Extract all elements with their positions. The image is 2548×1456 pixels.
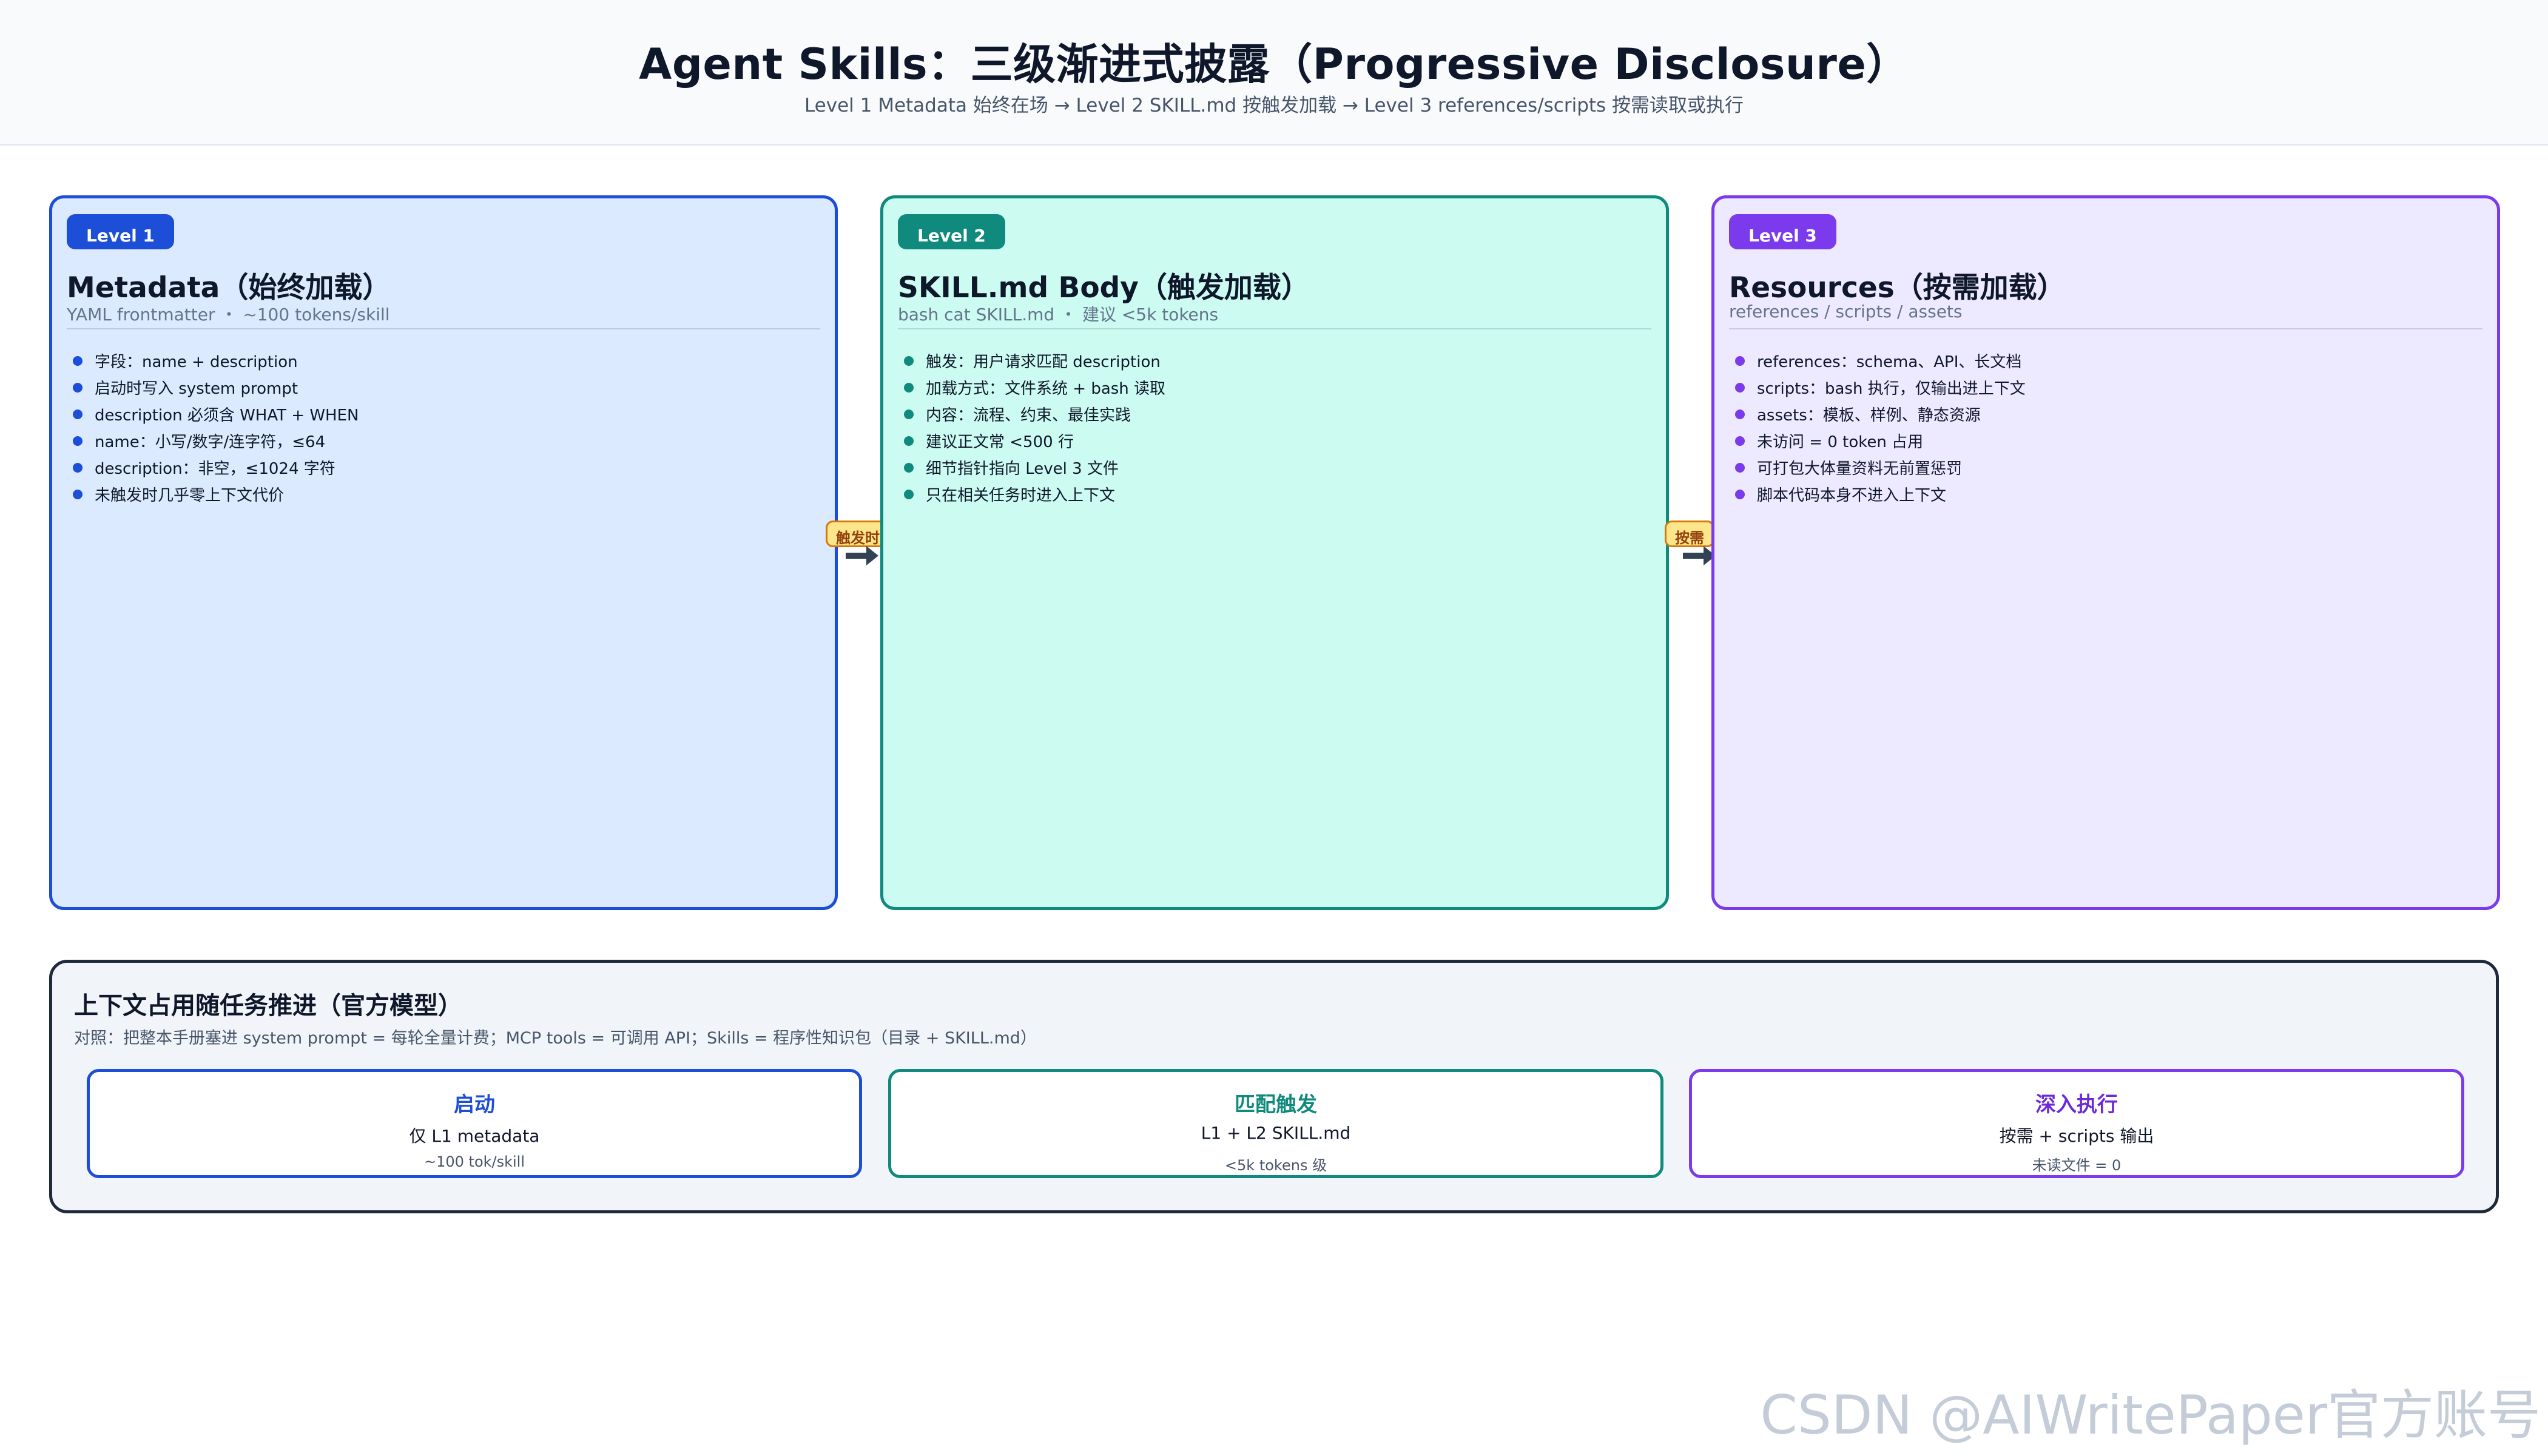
bullet-dot-icon	[73, 356, 83, 366]
bullet-item: assets：模板、样例、静态资源	[1733, 402, 2026, 429]
bullet-dot-icon	[73, 410, 83, 419]
bullet-text: 字段：name + description	[95, 353, 298, 371]
bullet-text: name：小写/数字/连字符，≤64	[95, 433, 326, 451]
bullet-item: 细节指针指向 Level 3 文件	[902, 456, 1165, 482]
level-1-bullet-list: 字段：name + description 启动时写入 system promp…	[70, 349, 359, 509]
stage-title: 启动	[454, 1093, 495, 1117]
page-title: Agent Skills：三级渐进式披露（Progressive Disclos…	[639, 39, 1909, 89]
bullet-text: 加载方式：文件系统 + bash 读取	[926, 380, 1166, 398]
bullet-text: references：schema、API、长文档	[1757, 353, 2022, 371]
bullet-item: description：非空，≤1024 字符	[70, 456, 359, 482]
bullet-dot-icon	[904, 356, 914, 366]
bullet-item: 未访问 = 0 token 占用	[1733, 429, 2026, 456]
stage-cost: 未读文件 = 0	[2032, 1157, 2122, 1174]
bullet-item: 可打包大体量资料无前置惩罚	[1733, 456, 2026, 482]
bullet-dot-icon	[904, 490, 914, 499]
bullet-text: 启动时写入 system prompt	[95, 380, 298, 398]
bullet-dot-icon	[1735, 490, 1745, 499]
stage-cost: <5k tokens 级	[1224, 1157, 1327, 1174]
level-3-title: Resources（按需加载）	[1729, 271, 2066, 305]
level-2-divider	[898, 328, 1651, 329]
bullet-text: 建议正文常 <500 行	[926, 433, 1074, 451]
bullet-dot-icon	[1735, 436, 1745, 446]
stage-deep-execution: 深入执行 按需 + scripts 输出 未读文件 = 0	[1689, 1069, 2464, 1178]
bullet-item: 建议正文常 <500 行	[902, 429, 1165, 456]
bullet-text: 触发：用户请求匹配 description	[926, 353, 1161, 371]
bullet-item: 触发：用户请求匹配 description	[902, 349, 1165, 376]
bullet-item: 未触发时几乎零上下文代价	[70, 482, 359, 509]
level-3-badge: Level 3	[1729, 214, 1836, 249]
bullet-text: 细节指针指向 Level 3 文件	[926, 460, 1119, 478]
arrow-right-icon	[846, 546, 878, 565]
stage-cost: ~100 tok/skill	[423, 1153, 525, 1170]
bullet-item: 字段：name + description	[70, 349, 359, 376]
bullet-text: 可打包大体量资料无前置惩罚	[1757, 460, 1963, 478]
bullet-item: name：小写/数字/连字符，≤64	[70, 429, 359, 456]
bullet-dot-icon	[73, 490, 83, 499]
bullet-dot-icon	[73, 383, 83, 393]
level-3-subtitle: references / scripts / assets	[1729, 302, 1963, 322]
stage-detail: 仅 L1 metadata	[409, 1126, 540, 1146]
bullet-dot-icon	[73, 463, 83, 473]
bullet-dot-icon	[73, 436, 83, 446]
level-2-subtitle: bash cat SKILL.md ・ 建议 <5k tokens	[898, 305, 1219, 325]
bullet-item: 加载方式：文件系统 + bash 读取	[902, 376, 1165, 402]
level-2-card: Level 2 SKILL.md Body（触发加载） bash cat SKI…	[880, 195, 1669, 910]
bullet-item: scripts：bash 执行，仅输出进上下文	[1733, 376, 2026, 402]
panel-title: 上下文占用随任务推进（官方模型）	[74, 992, 462, 1020]
watermark: CSDN @AIWritePaper官方账号	[1760, 1384, 2541, 1446]
bullet-text: description 必须含 WHAT + WHEN	[95, 406, 359, 425]
bullet-item: 启动时写入 system prompt	[70, 376, 359, 402]
stage-detail: L1 + L2 SKILL.md	[1201, 1123, 1351, 1143]
bullet-item: 脚本代码本身不进入上下文	[1733, 482, 2026, 509]
bullet-dot-icon	[904, 436, 914, 446]
bullet-item: 内容：流程、约束、最佳实践	[902, 402, 1165, 429]
bullet-dot-icon	[904, 463, 914, 473]
page-subtitle: Level 1 Metadata 始终在场 → Level 2 SKILL.md…	[804, 95, 1744, 116]
bullet-text: 脚本代码本身不进入上下文	[1757, 487, 1947, 505]
stage-match-trigger: 匹配触发 L1 + L2 SKILL.md <5k tokens 级	[888, 1069, 1663, 1178]
level-1-badge: Level 1	[67, 214, 174, 249]
level-3-divider	[1729, 328, 2482, 329]
bullet-text: 内容：流程、约束、最佳实践	[926, 406, 1131, 425]
level-1-subtitle: YAML frontmatter ・ ~100 tokens/skill	[67, 305, 390, 325]
bullet-dot-icon	[1735, 383, 1745, 393]
panel-subtitle: 对照：把整本手册塞进 system prompt = 每轮全量计费；MCP to…	[74, 1029, 1037, 1048]
level-1-title: Metadata（始终加载）	[67, 271, 391, 305]
bullet-dot-icon	[1735, 463, 1745, 473]
bullet-item: 只在相关任务时进入上下文	[902, 482, 1165, 509]
bullet-text: assets：模板、样例、静态资源	[1757, 406, 1981, 425]
bullet-text: description：非空，≤1024 字符	[95, 460, 335, 478]
bullet-text: 只在相关任务时进入上下文	[926, 487, 1116, 505]
bullet-item: references：schema、API、长文档	[1733, 349, 2026, 376]
bullet-text: 未触发时几乎零上下文代价	[95, 487, 285, 505]
bullet-item: description 必须含 WHAT + WHEN	[70, 402, 359, 429]
context-usage-panel: 上下文占用随任务推进（官方模型） 对照：把整本手册塞进 system promp…	[49, 960, 2499, 1213]
level-1-card: Level 1 Metadata（始终加载） YAML frontmatter …	[49, 195, 838, 910]
bullet-dot-icon	[904, 410, 914, 419]
level-2-bullet-list: 触发：用户请求匹配 description 加载方式：文件系统 + bash 读…	[902, 349, 1165, 509]
level-3-bullet-list: references：schema、API、长文档 scripts：bash 执…	[1733, 349, 2026, 509]
bullet-dot-icon	[904, 383, 914, 393]
level-2-badge: Level 2	[898, 214, 1005, 249]
level-2-title: SKILL.md Body（触发加载）	[898, 271, 1310, 305]
stage-title: 匹配触发	[1235, 1093, 1317, 1117]
bullet-dot-icon	[1735, 356, 1745, 366]
header: Agent Skills：三级渐进式披露（Progressive Disclos…	[0, 0, 2548, 146]
bullet-text: 未访问 = 0 token 占用	[1757, 433, 1924, 451]
bullet-dot-icon	[1735, 410, 1745, 419]
stage-detail: 按需 + scripts 输出	[1999, 1126, 2154, 1146]
stage-title: 深入执行	[2035, 1093, 2118, 1117]
level-3-card: Level 3 Resources（按需加载） references / scr…	[1711, 195, 2500, 910]
level-1-divider	[67, 328, 820, 329]
bullet-text: scripts：bash 执行，仅输出进上下文	[1757, 380, 2026, 398]
stage-startup: 启动 仅 L1 metadata ~100 tok/skill	[87, 1069, 862, 1178]
